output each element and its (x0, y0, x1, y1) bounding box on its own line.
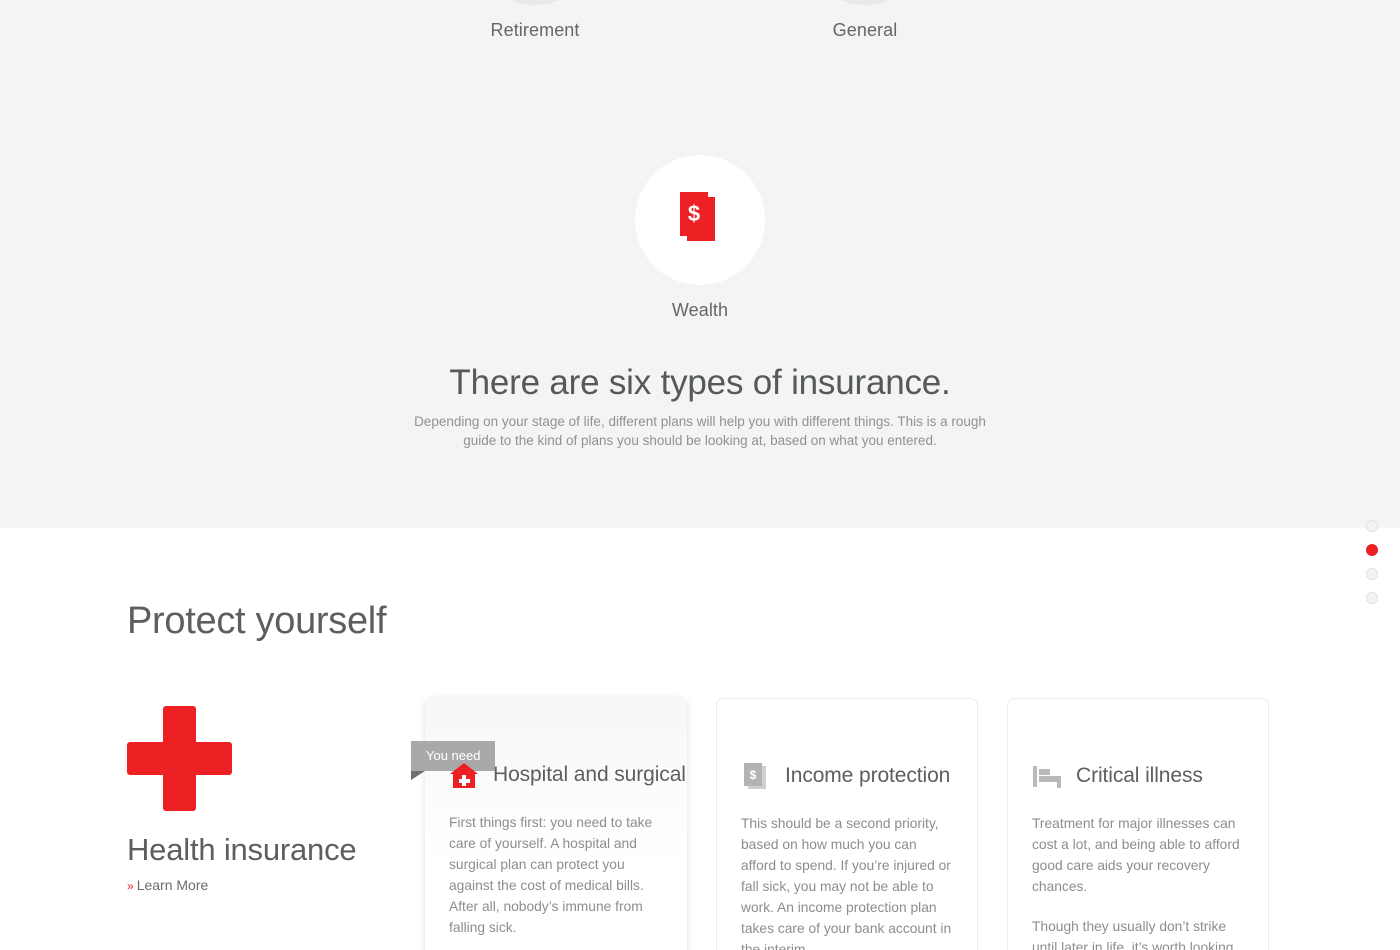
insurance-types-hero: Life Health (0, 0, 1400, 528)
learn-more-link[interactable]: » Learn More (127, 877, 208, 893)
retirement-circle (470, 0, 600, 5)
card-title: Hospital and surgical (493, 763, 686, 786)
pagination-dot-2[interactable] (1366, 544, 1378, 556)
wheel-node-wealth[interactable]: $ Wealth (635, 155, 765, 321)
card-header: $ Income protection (741, 759, 953, 793)
hero-title: There are six types of insurance. (449, 363, 951, 402)
money-note-icon: $ (741, 761, 771, 791)
card-income-protection[interactable]: $ Income protection This should be a sec… (716, 698, 978, 950)
pagination-dot-3[interactable] (1366, 568, 1378, 580)
general-circle (800, 0, 930, 5)
card-hospital-and-surgical[interactable]: You need Hospital and surgical First thi… (411, 698, 687, 950)
card-paragraph: First things first: you need to take car… (449, 815, 653, 935)
learn-more-label: Learn More (136, 877, 209, 893)
insurance-wheel: Life Health (0, 0, 1400, 320)
pagination-dot-1[interactable] (1366, 520, 1378, 532)
wheel-node-retirement[interactable]: Retirement (470, 0, 600, 41)
health-insurance-label: Health insurance (127, 832, 357, 867)
wheel-node-general[interactable]: General (800, 0, 930, 41)
card-title: Income protection (785, 764, 951, 787)
svg-text:$: $ (688, 201, 700, 226)
wealth-label: Wealth (671, 300, 729, 320)
chevron-right-icon: » (127, 879, 134, 893)
protect-yourself-section: Protect yourself Health insurance » Learn… (0, 528, 1400, 950)
card-paragraph: Though they usually don’t strike until l… (1032, 919, 1234, 950)
protect-yourself-title: Protect yourself (127, 600, 387, 642)
red-cross-icon (127, 706, 232, 811)
card-title: Critical illness (1076, 764, 1203, 787)
general-label: General (832, 20, 898, 40)
wealth-circle: $ (635, 155, 765, 285)
page-root: Life Health (0, 0, 1400, 950)
badge-tail (411, 771, 425, 780)
retirement-label: Retirement (490, 20, 580, 40)
card-paragraph: This should be a second priority, based … (741, 816, 952, 950)
pagination-dot-4[interactable] (1366, 592, 1378, 604)
hero-subtitle: Depending on your stage of life, differe… (414, 414, 986, 448)
card-body: This should be a second priority, based … (741, 813, 953, 950)
house-with-cross-icon (449, 760, 479, 790)
recommendation-cards: You need Hospital and surgical First thi… (411, 698, 1269, 950)
card-paragraph: Treatment for major illnesses can cost a… (1032, 816, 1240, 894)
bed-icon (1032, 761, 1062, 791)
card-body: First things first: you need to take car… (449, 812, 663, 938)
health-insurance-lead: Health insurance » Learn More (127, 706, 397, 895)
card-header: Critical illness (1032, 759, 1244, 793)
section-pagination[interactable] (1366, 520, 1378, 604)
card-body: Treatment for major illnesses can cost a… (1032, 813, 1244, 950)
card-critical-illness[interactable]: Critical illness Treatment for major ill… (1007, 698, 1269, 950)
money-note-icon: $ (680, 192, 715, 241)
